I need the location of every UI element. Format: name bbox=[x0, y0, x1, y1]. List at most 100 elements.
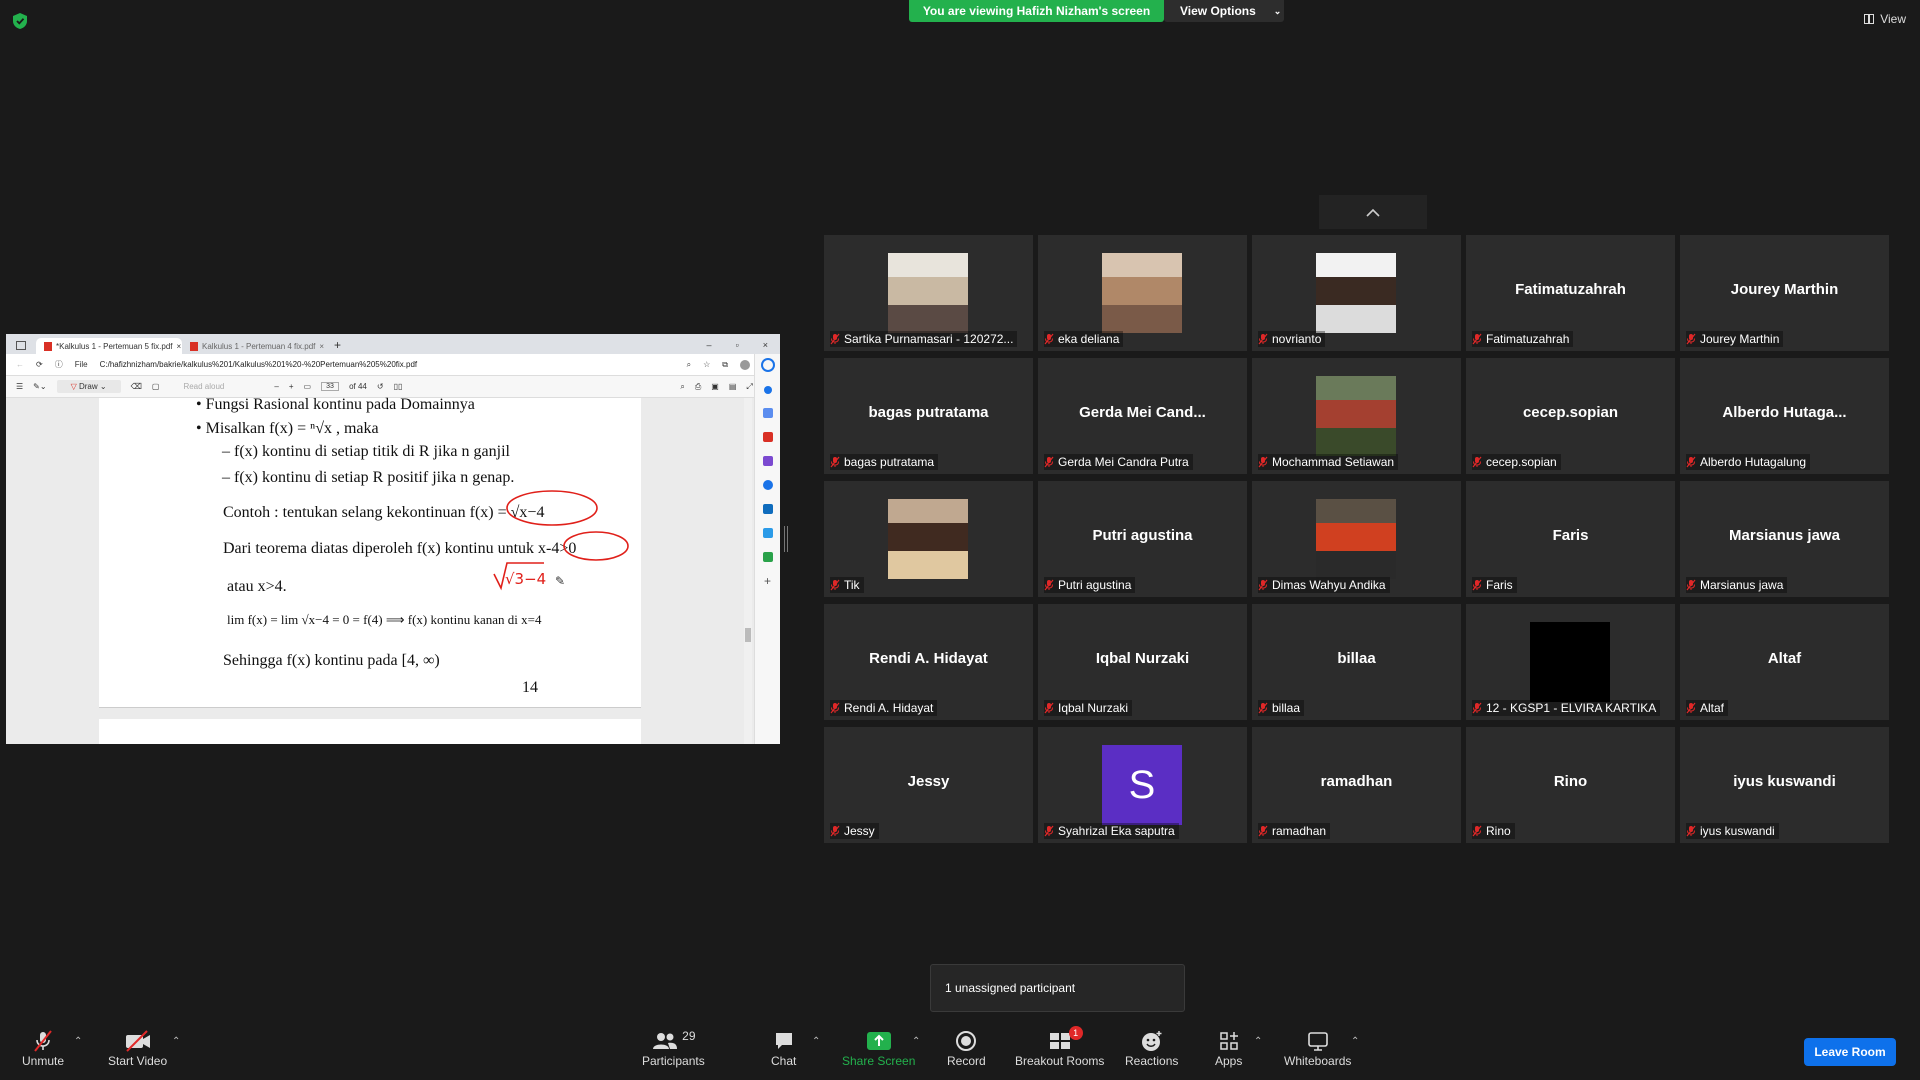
profile-icon[interactable] bbox=[740, 359, 750, 370]
fit-page-icon[interactable]: ▭ bbox=[304, 382, 312, 391]
search-icon[interactable]: ⌕ bbox=[680, 382, 684, 392]
chat-options-caret[interactable]: ⌃ bbox=[812, 1036, 820, 1047]
close-window-icon[interactable]: × bbox=[763, 340, 768, 350]
bing-icon[interactable] bbox=[760, 358, 775, 372]
browser-tab-active[interactable]: *Kalkulus 1 - Pertemuan 5 fix.pdf × bbox=[36, 338, 182, 354]
office-icon[interactable] bbox=[762, 480, 773, 490]
text-icon[interactable]: ▢ bbox=[152, 382, 160, 391]
participant-tile[interactable]: bagas putratama bagas putratama bbox=[824, 358, 1033, 474]
save-as-icon[interactable]: ▤ bbox=[729, 382, 737, 391]
participant-tile[interactable]: Iqbal Nurzaki Iqbal Nurzaki bbox=[1038, 604, 1247, 720]
participant-tile[interactable]: Gerda Mei Cand... Gerda Mei Candra Putra bbox=[1038, 358, 1247, 474]
page-view-icon[interactable]: ▯▯ bbox=[394, 382, 403, 391]
apps-button[interactable]: Apps bbox=[1215, 1028, 1242, 1068]
zoom-in-icon[interactable]: + bbox=[289, 382, 294, 391]
participant-name-label: Dimas Wahyu Andika bbox=[1258, 577, 1390, 593]
leave-room-button[interactable]: Leave Room bbox=[1804, 1038, 1896, 1066]
refresh-icon[interactable]: ⟳ bbox=[36, 360, 43, 369]
participant-tile[interactable]: Mochammad Setiawan bbox=[1252, 358, 1461, 474]
participant-tile[interactable]: Alberdo Hutaga... Alberdo Hutagalung bbox=[1680, 358, 1889, 474]
back-icon[interactable]: ← bbox=[16, 360, 24, 369]
participant-tile[interactable]: Putri agustina Putri agustina bbox=[1038, 481, 1247, 597]
shopping-icon[interactable] bbox=[762, 408, 773, 418]
page-number-input[interactable]: 33 bbox=[321, 382, 340, 391]
participant-tile[interactable]: ramadhan ramadhan bbox=[1252, 727, 1461, 843]
add-sidebar-icon[interactable]: + bbox=[763, 575, 773, 587]
participant-tile[interactable]: Faris Faris bbox=[1466, 481, 1675, 597]
apps-options-caret[interactable]: ⌃ bbox=[1254, 1036, 1262, 1047]
participant-tile[interactable]: Dimas Wahyu Andika bbox=[1252, 481, 1461, 597]
reactions-button[interactable]: Reactions bbox=[1125, 1028, 1178, 1068]
tree-icon[interactable] bbox=[762, 552, 773, 562]
close-tab-icon[interactable]: × bbox=[319, 342, 324, 351]
participant-tile[interactable]: Rendi A. Hidayat Rendi A. Hidayat bbox=[824, 604, 1033, 720]
minimize-icon[interactable]: – bbox=[707, 340, 712, 350]
gallery-page-up-button[interactable] bbox=[1319, 195, 1427, 229]
participant-tile[interactable]: eka deliana bbox=[1038, 235, 1247, 351]
participant-tile[interactable]: Jessy Jessy bbox=[824, 727, 1033, 843]
participant-tile[interactable]: Sartika Purnamasari - 120272... bbox=[824, 235, 1033, 351]
start-video-button[interactable]: Start Video bbox=[108, 1028, 167, 1068]
participant-tile[interactable]: Tik bbox=[824, 481, 1033, 597]
video-options-caret[interactable]: ⌃ bbox=[172, 1036, 180, 1047]
tools-icon[interactable] bbox=[762, 432, 773, 442]
split-view-handle[interactable] bbox=[784, 526, 788, 552]
favorite-star-icon[interactable]: ☆ bbox=[703, 360, 710, 369]
chat-button[interactable]: Chat bbox=[771, 1028, 796, 1068]
share-options-caret[interactable]: ⌃ bbox=[912, 1036, 920, 1047]
participant-tile[interactable]: 12 - KGSP1 - ELVIRA KARTIKA bbox=[1466, 604, 1675, 720]
print-icon[interactable]: ⎙ bbox=[695, 382, 701, 392]
participant-tile[interactable]: Fatimatuzahrah Fatimatuzahrah bbox=[1466, 235, 1675, 351]
pdf-line: • Misalkan f(x) = ⁿ√x , maka bbox=[196, 420, 379, 437]
encryption-shield-icon[interactable] bbox=[12, 12, 28, 30]
browser-tab[interactable]: Kalkulus 1 - Pertemuan 4 fix.pdf × bbox=[182, 338, 328, 354]
participants-button[interactable]: 29 Participants bbox=[642, 1028, 705, 1068]
participant-tile[interactable]: S Syahrizal Eka saputra bbox=[1038, 727, 1247, 843]
microphone-muted-icon bbox=[830, 825, 840, 837]
unassigned-participants-tooltip[interactable]: 1 unassigned participant bbox=[930, 964, 1185, 1012]
participant-name: Jourey Marthin bbox=[1700, 332, 1780, 346]
rotate-icon[interactable]: ↺ bbox=[377, 382, 384, 391]
participant-tile[interactable]: cecep.sopian cecep.sopian bbox=[1466, 358, 1675, 474]
whiteboards-button[interactable]: Whiteboards bbox=[1284, 1028, 1351, 1068]
participant-tile[interactable]: novrianto bbox=[1252, 235, 1461, 351]
url-field[interactable]: C:/hafizhnizham/bakrie/kalkulus%201/Kalk… bbox=[100, 360, 675, 369]
draw-tool-button[interactable]: ▽ Draw ⌄ bbox=[56, 380, 121, 393]
breakout-rooms-button[interactable]: 1 Breakout Rooms bbox=[1015, 1026, 1104, 1068]
collections-icon[interactable]: ⧉ bbox=[722, 360, 728, 370]
new-tab-icon[interactable]: + bbox=[328, 338, 347, 354]
zoom-icon[interactable]: ⌕ bbox=[687, 360, 691, 370]
participant-tile[interactable]: Jourey Marthin Jourey Marthin bbox=[1680, 235, 1889, 351]
pdf-scrollbar[interactable] bbox=[744, 398, 752, 744]
view-options-button[interactable]: View Options ⌄ bbox=[1164, 0, 1284, 22]
outlook-icon[interactable] bbox=[762, 504, 773, 514]
record-button[interactable]: Record bbox=[947, 1028, 986, 1068]
eraser-icon[interactable]: ⌫ bbox=[131, 382, 142, 391]
participant-tile[interactable]: Rino Rino bbox=[1466, 727, 1675, 843]
sidebar-search-icon[interactable] bbox=[763, 386, 772, 394]
participant-tile[interactable]: billaa billaa bbox=[1252, 604, 1461, 720]
participant-tile[interactable]: Marsianus jawa Marsianus jawa bbox=[1680, 481, 1889, 597]
maximize-icon[interactable]: ▫ bbox=[736, 340, 739, 350]
participant-name: Faris bbox=[1486, 578, 1513, 592]
participant-tile[interactable]: Altaf Altaf bbox=[1680, 604, 1889, 720]
participant-display-name: Rino bbox=[1553, 773, 1588, 790]
fullscreen-icon[interactable]: ⤢ bbox=[746, 382, 752, 392]
games-icon[interactable] bbox=[762, 456, 773, 466]
read-aloud-label[interactable]: Read aloud bbox=[183, 382, 224, 391]
close-tab-icon[interactable]: × bbox=[177, 342, 182, 351]
highlight-icon[interactable]: ✎⌄ bbox=[33, 382, 46, 391]
zoom-out-icon[interactable]: – bbox=[274, 382, 278, 391]
participant-tile[interactable]: iyus kuswandi iyus kuswandi bbox=[1680, 727, 1889, 843]
contents-icon[interactable]: ☰ bbox=[16, 382, 23, 391]
pdf-viewport[interactable]: • Fungsi Rasional kontinu pada Domainnya… bbox=[6, 396, 754, 744]
view-button[interactable]: View bbox=[1864, 12, 1906, 26]
send-icon[interactable] bbox=[762, 528, 773, 538]
whiteboards-options-caret[interactable]: ⌃ bbox=[1351, 1036, 1359, 1047]
shared-screen[interactable]: *Kalkulus 1 - Pertemuan 5 fix.pdf × Kalk… bbox=[6, 334, 780, 744]
save-icon[interactable]: ▣ bbox=[711, 382, 719, 391]
unmute-button[interactable]: Unmute bbox=[22, 1028, 64, 1068]
share-screen-button[interactable]: Share Screen bbox=[842, 1028, 915, 1068]
tab-actions-icon[interactable] bbox=[16, 341, 26, 350]
audio-options-caret[interactable]: ⌃ bbox=[74, 1036, 82, 1047]
